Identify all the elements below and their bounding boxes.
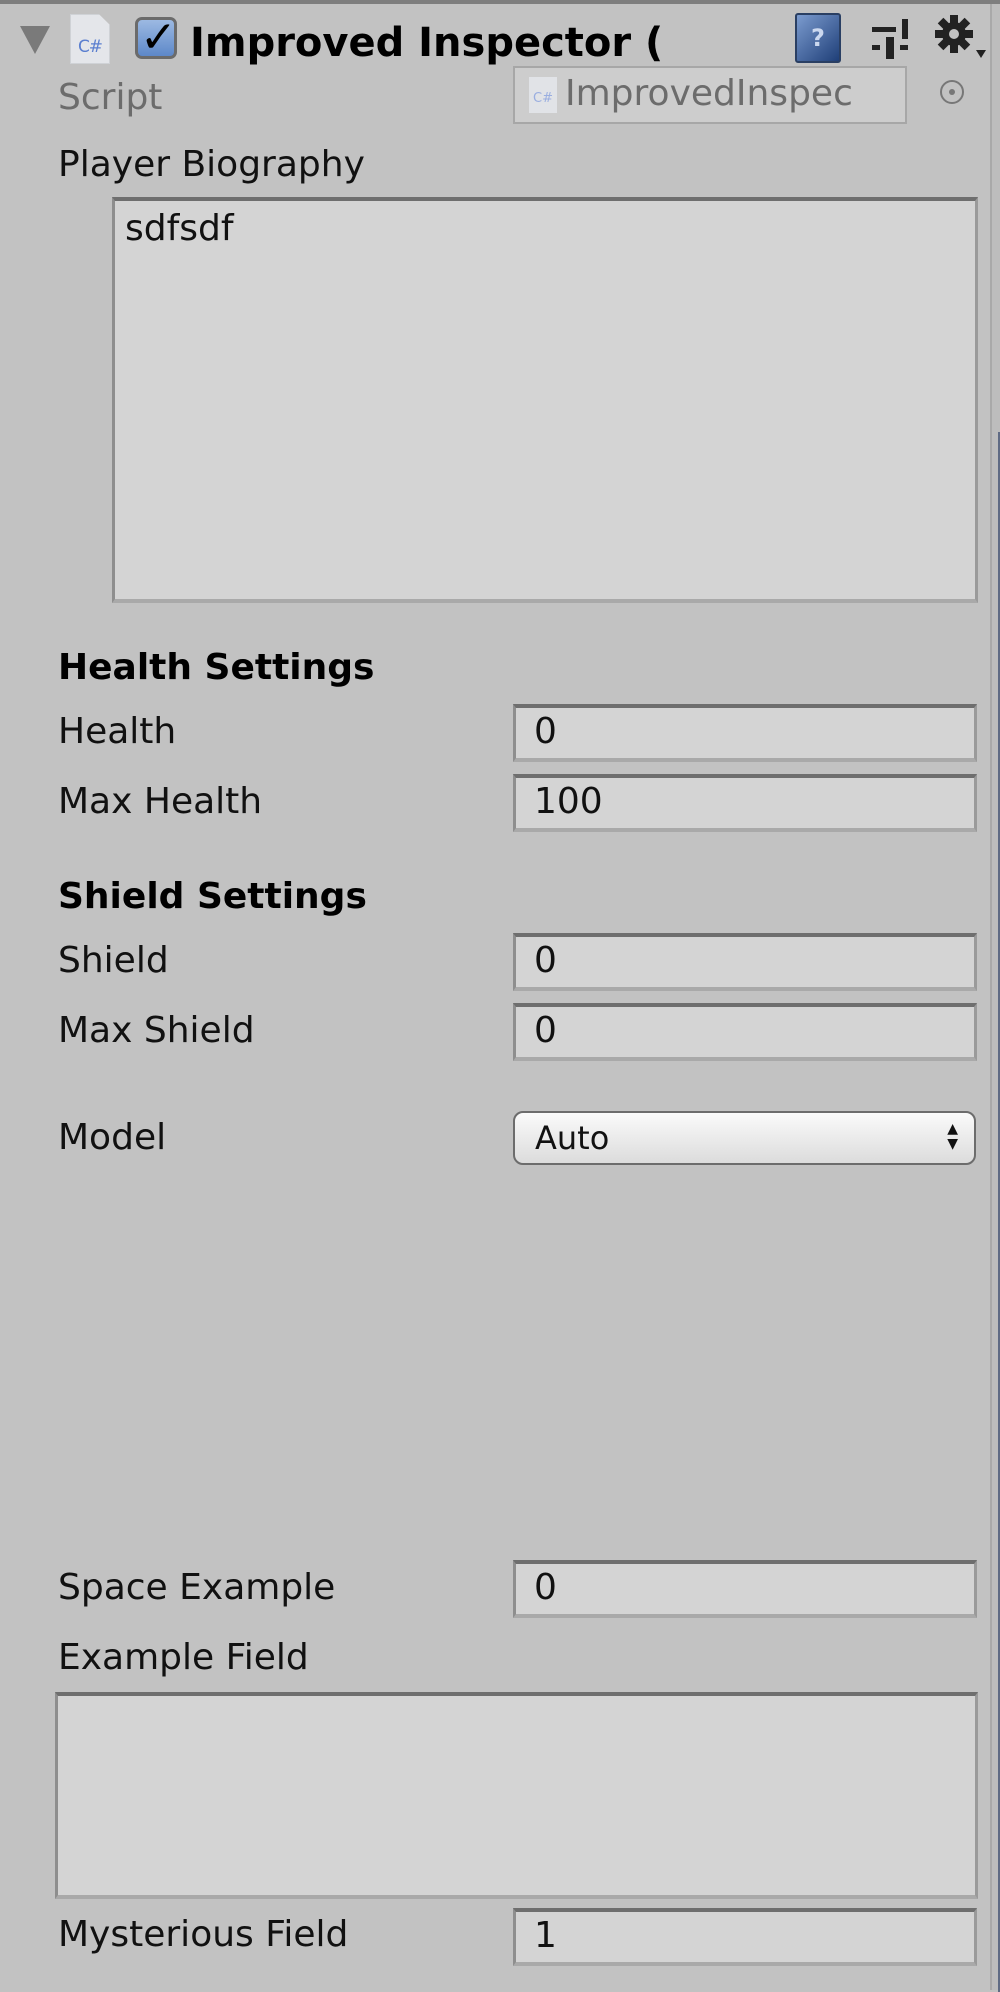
health-input[interactable]: 0: [513, 704, 977, 762]
health-settings-header: Health Settings: [58, 647, 375, 688]
csharp-script-icon: C#: [529, 77, 557, 113]
checkmark-icon: ✓: [140, 12, 177, 63]
player-biography-label: Player Biography: [58, 144, 365, 185]
health-label: Health: [58, 711, 177, 752]
presets-sliders-icon[interactable]: [870, 15, 912, 61]
panel-top-border: [0, 0, 1000, 4]
shield-input[interactable]: 0: [513, 933, 977, 991]
model-dropdown[interactable]: Auto ▲ ▼: [513, 1111, 976, 1165]
model-label: Model: [58, 1117, 167, 1158]
shield-label: Shield: [58, 940, 169, 981]
example-field-label: Example Field: [58, 1637, 309, 1678]
example-field-textarea[interactable]: [55, 1692, 978, 1899]
panel-right-edge: [990, 4, 1000, 1992]
shield-settings-header: Shield Settings: [58, 876, 367, 917]
script-object-field[interactable]: C# ImprovedInspec: [513, 66, 907, 124]
model-selected-value: Auto: [535, 1119, 610, 1157]
player-biography-textarea[interactable]: sdfsdf: [112, 197, 978, 603]
mysterious-field-label: Mysterious Field: [58, 1914, 349, 1955]
max-shield-label: Max Shield: [58, 1010, 255, 1051]
help-book-icon[interactable]: ?: [795, 13, 841, 63]
max-health-label: Max Health: [58, 781, 263, 822]
script-object-value: ImprovedInspec: [565, 73, 853, 114]
mysterious-field-input[interactable]: 1: [513, 1908, 977, 1966]
max-shield-input[interactable]: 0: [513, 1003, 977, 1061]
component-enabled-checkbox[interactable]: ✓: [135, 12, 177, 63]
gear-icon[interactable]: [932, 12, 988, 64]
csharp-script-icon: C#: [70, 14, 110, 64]
dropdown-arrows-icon: ▲ ▼: [947, 1121, 958, 1152]
fold-triangle-icon[interactable]: [20, 26, 50, 54]
max-health-input[interactable]: 100: [513, 774, 977, 832]
space-example-input[interactable]: 0: [513, 1560, 977, 1618]
script-label: Script: [58, 77, 163, 118]
space-example-label: Space Example: [58, 1567, 336, 1608]
object-picker-icon[interactable]: [940, 80, 964, 104]
